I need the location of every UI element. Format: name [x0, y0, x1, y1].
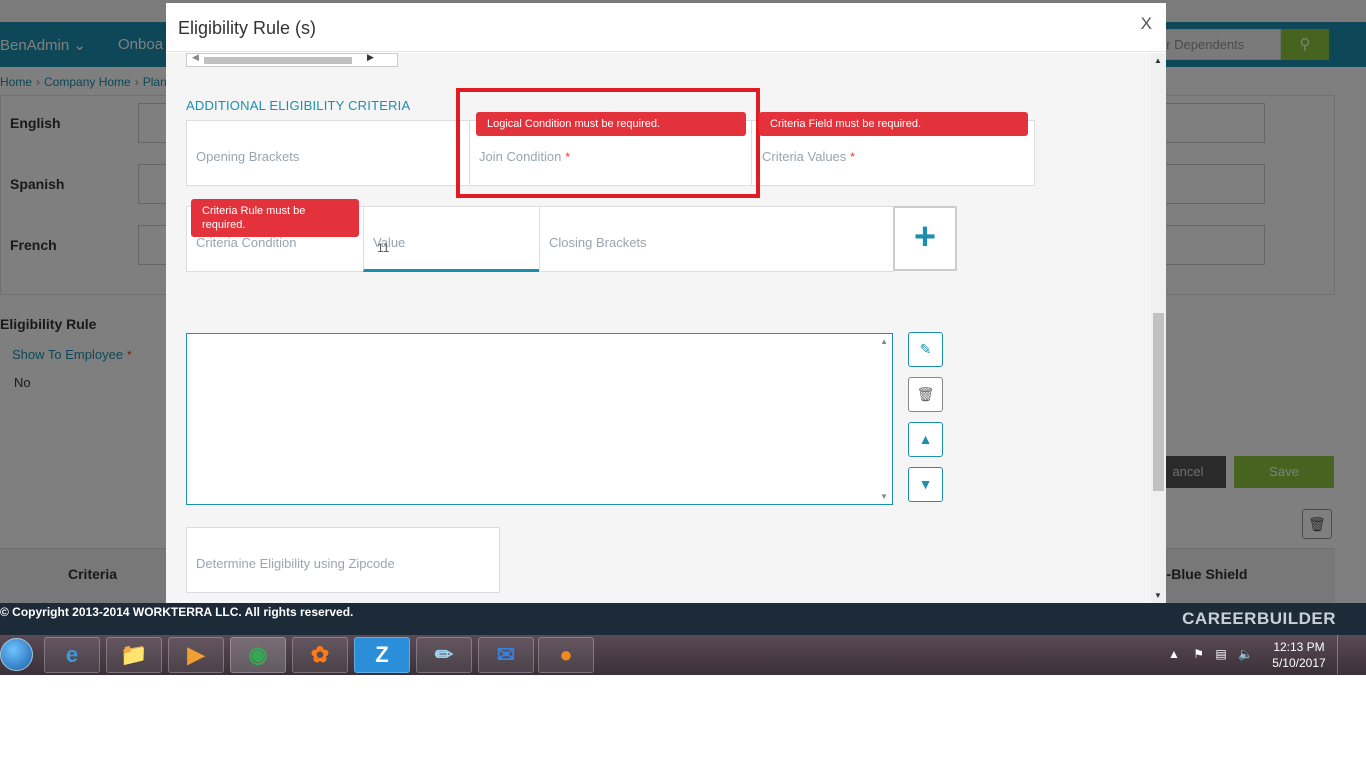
scrollbar-thumb[interactable] [204, 57, 352, 64]
careerbuilder-logo: CAREERBUILDER [1182, 609, 1336, 628]
modal-header: Eligibility Rule (s) X [166, 3, 1166, 52]
edit-button[interactable]: ✎ [908, 332, 943, 367]
show-desktop-button[interactable] [1337, 635, 1349, 675]
system-tray[interactable]: ▲ ⚑ ▤ 🔈 [1168, 647, 1253, 661]
thunderbird-icon[interactable]: ✉ [478, 637, 534, 673]
scroll-right-icon[interactable]: ▶ [367, 52, 374, 63]
clock[interactable]: 12:13 PM 5/10/2017 [1268, 639, 1330, 671]
clock-date: 5/10/2017 [1272, 656, 1326, 670]
closing-brackets-label: Closing Brackets [549, 235, 647, 250]
scroll-up-icon[interactable]: ▲ [880, 337, 888, 346]
start-button[interactable] [0, 638, 33, 671]
eligibility-rule-modal: Eligibility Rule (s) X ◀ ▶ ADDITIONAL EL… [166, 3, 1166, 603]
section-heading: ADDITIONAL ELIGIBILITY CRITERIA [186, 98, 411, 113]
zipcode-eligibility-field[interactable]: Determine Eligibility using Zipcode [186, 527, 500, 593]
internet-explorer-icon[interactable]: e [44, 637, 100, 673]
zipcode-label: Determine Eligibility using Zipcode [196, 556, 395, 571]
pencil-icon: ✎ [919, 341, 932, 357]
zoom-icon[interactable]: Z [354, 637, 410, 673]
delete-criteria-button[interactable]: 🗑 [908, 377, 943, 412]
modal-title: Eligibility Rule (s) [178, 18, 317, 38]
chrome-icon[interactable]: ◉ [230, 637, 286, 673]
network-icon[interactable]: ▤ [1215, 647, 1226, 661]
opening-brackets-label: Opening Brackets [196, 149, 300, 164]
plus-icon: + [913, 216, 937, 258]
flag-icon[interactable]: ⚑ [1193, 647, 1204, 661]
criteria-values-label: Criteria Values * [762, 149, 855, 164]
error-logical-condition: Logical Condition must be required. [476, 112, 746, 136]
tray-expand-icon[interactable]: ▲ [1168, 647, 1180, 661]
scroll-up-icon[interactable]: ▲ [1154, 56, 1162, 65]
copyright-text: © Copyright 2013-2014 WORKTERRA LLC. All… [0, 605, 354, 619]
opening-brackets-field[interactable]: Opening Brackets [186, 120, 470, 186]
clock-time: 12:13 PM [1273, 640, 1325, 654]
criteria-rule-textarea[interactable]: ▲ ▼ [186, 333, 893, 505]
scrollbar-thumb[interactable] [1153, 313, 1164, 491]
scroll-down-icon[interactable]: ▼ [1154, 591, 1162, 600]
notepad-icon[interactable]: ✏ [416, 637, 472, 673]
criteria-condition-label: Criteria Condition [196, 235, 297, 250]
trash-icon: 🗑 [916, 386, 935, 402]
required-mark: * [850, 150, 855, 164]
error-criteria-field: Criteria Field must be required. [759, 112, 1028, 136]
windows-taskbar: e 📁 ▶ ◉ ✿ Z ✏ ✉ ● ▲ ⚑ ▤ 🔈 12:13 PM 5/10/… [0, 635, 1366, 675]
file-explorer-icon[interactable]: 📁 [106, 637, 162, 673]
caret-up-icon: ▲ [918, 431, 933, 447]
scroll-left-icon[interactable]: ◀ [192, 52, 199, 63]
value-field[interactable]: Value 11 [363, 206, 540, 272]
move-up-button[interactable]: ▲ [908, 422, 943, 457]
modal-scrollbar[interactable]: ▲ ▼ [1151, 53, 1166, 603]
close-icon[interactable]: X [1141, 14, 1152, 34]
modal-body: ◀ ▶ ADDITIONAL ELIGIBILITY CRITERIA Open… [166, 52, 1166, 603]
volume-icon[interactable]: 🔈 [1238, 647, 1253, 661]
firefox-icon[interactable]: ✿ [292, 637, 348, 673]
scroll-down-icon[interactable]: ▼ [880, 492, 888, 501]
app-icon[interactable]: ● [538, 637, 594, 673]
value-input[interactable]: 11 [377, 241, 389, 255]
highlight-box [456, 88, 760, 198]
closing-brackets-field[interactable]: Closing Brackets [539, 206, 894, 272]
horizontal-scrollbar[interactable]: ◀ ▶ [186, 52, 398, 67]
footer: © Copyright 2013-2014 WORKTERRA LLC. All… [0, 603, 1366, 635]
move-down-button[interactable]: ▼ [908, 467, 943, 502]
screen: BenAdmin ⌄ Onboa or Dependents ⚲ Home›Co… [0, 0, 1366, 768]
caret-down-icon: ▼ [918, 476, 933, 492]
media-player-icon[interactable]: ▶ [168, 637, 224, 673]
criteria-values-text: Criteria Values [762, 149, 847, 164]
add-criteria-button[interactable]: + [893, 206, 957, 271]
error-criteria-rule: Criteria Rule must be required. [191, 199, 359, 237]
